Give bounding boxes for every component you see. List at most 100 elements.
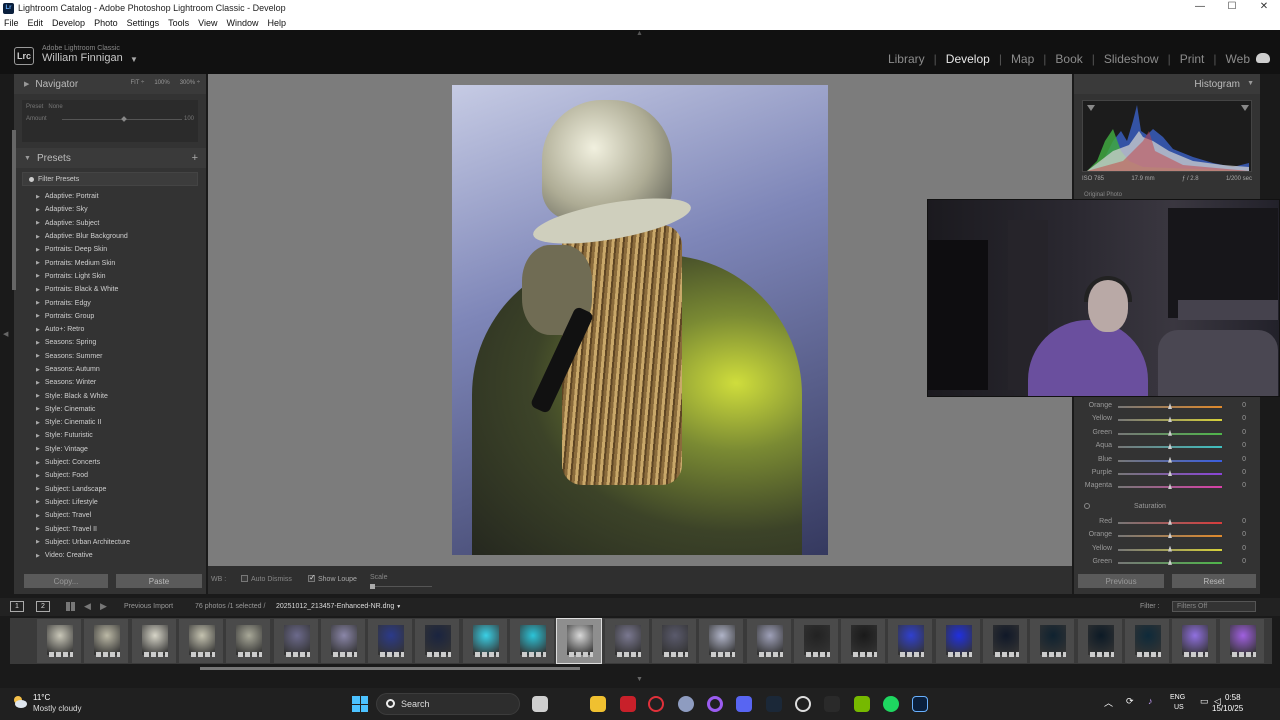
preset-group[interactable]: ▶ Style: Cinematic II	[36, 416, 206, 429]
filmstrip-thumbnail[interactable]	[650, 618, 697, 664]
app-g-icon[interactable]	[824, 696, 840, 712]
hsl-slider-value[interactable]: 0	[1242, 482, 1246, 489]
task-view-icon[interactable]	[532, 696, 548, 712]
filmstrip-thumbnail[interactable]	[83, 618, 130, 664]
add-preset-icon[interactable]: +	[192, 152, 198, 164]
secondary-display-button[interactable]: 2	[36, 601, 50, 612]
preset-group[interactable]: ▶ Portraits: Group	[36, 310, 206, 323]
targeted-adjustment-icon[interactable]	[1084, 502, 1090, 509]
filmstrip-source[interactable]: Previous Import	[124, 603, 173, 610]
filmstrip-thumbnail[interactable]	[36, 618, 82, 664]
preset-group[interactable]: ▶ Portraits: Edgy	[36, 296, 206, 309]
weather-cloud-icon[interactable]	[12, 694, 28, 710]
preset-group[interactable]: ▶ Seasons: Summer	[36, 350, 206, 363]
menu-photo[interactable]: Photo	[94, 18, 118, 28]
preset-group[interactable]: ▶ Style: Vintage	[36, 443, 206, 456]
histogram-header[interactable]: Histogram ▼	[1074, 74, 1260, 94]
previous-button[interactable]: Previous	[1078, 574, 1164, 588]
hsl-slider-value[interactable]: 0	[1242, 415, 1246, 422]
preset-group[interactable]: ▶ Portraits: Deep Skin	[36, 243, 206, 256]
filmstrip-thumbnail[interactable]	[414, 618, 461, 664]
filmstrip-thumbnail[interactable]	[603, 618, 650, 664]
network-icon[interactable]: ▭	[1200, 696, 1209, 707]
preset-group[interactable]: ▶ Style: Futuristic	[36, 429, 206, 442]
filmstrip-thumbnail[interactable]	[840, 618, 887, 664]
module-book[interactable]: Book	[1055, 52, 1082, 66]
opera-icon[interactable]	[648, 696, 664, 712]
filmstrip-thumbnail[interactable]	[461, 618, 508, 664]
left-panel-scrollbar[interactable]	[12, 130, 16, 290]
menu-edit[interactable]: Edit	[28, 18, 44, 28]
zoom-fit[interactable]: FIT ÷	[130, 80, 144, 86]
tray-sync-icon[interactable]: ⟳	[1126, 696, 1134, 707]
maximize-button[interactable]: ☐	[1216, 0, 1248, 16]
tray-chevron-icon[interactable]: ︿	[1104, 696, 1113, 709]
module-print[interactable]: Print	[1180, 52, 1205, 66]
file-explorer-icon[interactable]	[590, 696, 606, 712]
keyboard-language[interactable]: ENG	[1170, 694, 1185, 701]
filmstrip-thumbnail[interactable]	[792, 618, 839, 664]
hsl-slider-value[interactable]: 0	[1242, 531, 1246, 538]
steam-icon[interactable]	[766, 696, 782, 712]
tray-mic-icon[interactable]: ♪	[1148, 696, 1153, 706]
filmstrip-thumbnail[interactable]	[982, 618, 1028, 664]
taskbar-search[interactable]: Search	[376, 693, 520, 715]
menu-tools[interactable]: Tools	[168, 18, 189, 28]
app-ring-icon[interactable]	[707, 696, 723, 712]
hsl-slider-value[interactable]: 0	[1242, 429, 1246, 436]
preset-group[interactable]: ▶ Portraits: Black & White	[36, 283, 206, 296]
lightroom-taskbar-icon[interactable]	[912, 696, 928, 712]
paste-button[interactable]: Paste	[116, 574, 202, 588]
filmstrip-thumbnail[interactable]	[698, 618, 745, 664]
start-button[interactable]	[352, 696, 368, 712]
top-panel-toggle-icon[interactable]: ▲	[636, 30, 643, 37]
preset-group[interactable]: ▶ Adaptive: Blur Background	[36, 230, 206, 243]
module-web[interactable]: Web	[1226, 52, 1250, 66]
weather-temperature[interactable]: 11°C	[33, 693, 50, 702]
preset-group[interactable]: ▶ Portraits: Medium Skin	[36, 256, 206, 269]
filmstrip-thumbnail[interactable]	[225, 618, 272, 664]
app-shell-icon[interactable]	[678, 696, 694, 712]
hsl-slider-value[interactable]: 0	[1242, 469, 1246, 476]
preset-group[interactable]: ▶ Style: Black & White	[36, 389, 206, 402]
calendar-app-icon[interactable]	[620, 696, 636, 712]
preset-group[interactable]: ▶ Portraits: Light Skin	[36, 270, 206, 283]
filmstrip-thumbnail[interactable]	[130, 618, 177, 664]
scale-slider-knob[interactable]	[370, 584, 375, 589]
identity-menu-caret[interactable]: ▼	[130, 55, 138, 64]
preset-group[interactable]: ▶ Subject: Food	[36, 469, 206, 482]
minimize-button[interactable]: —	[1184, 0, 1216, 16]
filmstrip-thumbnail[interactable]	[1171, 618, 1218, 664]
cloud-sync-icon[interactable]	[1256, 53, 1270, 63]
filmstrip-thumbnail[interactable]	[1076, 618, 1123, 664]
chrome-icon[interactable]	[795, 696, 811, 712]
preset-group[interactable]: ▶ Adaptive: Subject	[36, 217, 206, 230]
filmstrip-thumbnail[interactable]	[887, 618, 934, 664]
left-panel-toggle-icon[interactable]: ◀	[3, 330, 8, 338]
preset-group[interactable]: ▶ Subject: Travel	[36, 509, 206, 522]
filmstrip-thumbnail[interactable]	[745, 618, 792, 664]
weather-description[interactable]: Mostly cloudy	[33, 704, 81, 713]
filter-presets-field[interactable]: Filter Presets	[22, 172, 198, 186]
hsl-slider-value[interactable]: 0	[1242, 545, 1246, 552]
preset-group[interactable]: ▶ Style: Cinematic	[36, 403, 206, 416]
bottom-panel-toggle-icon[interactable]: ▼	[636, 676, 643, 683]
preset-group[interactable]: ▶ Subject: Travel II	[36, 522, 206, 535]
nvidia-icon[interactable]	[854, 696, 870, 712]
forward-arrow-icon[interactable]: ▶	[100, 601, 107, 612]
preset-group[interactable]: ▶ Seasons: Autumn	[36, 363, 206, 376]
menu-view[interactable]: View	[198, 18, 217, 28]
zoom-100[interactable]: 100%	[154, 80, 169, 86]
module-develop[interactable]: Develop	[946, 52, 990, 66]
filmstrip-thumbnail[interactable]	[1123, 618, 1170, 664]
preset-group[interactable]: ▶ Auto+: Retro	[36, 323, 206, 336]
menu-help[interactable]: Help	[268, 18, 287, 28]
module-library[interactable]: Library	[888, 52, 925, 66]
navigator-header[interactable]: ▶ Navigator FIT ÷ 100% 300% ÷	[14, 74, 206, 94]
filmstrip-thumbnail[interactable]	[177, 618, 224, 664]
hsl-slider-value[interactable]: 0	[1242, 518, 1246, 525]
hsl-slider-value[interactable]: 0	[1242, 442, 1246, 449]
menu-window[interactable]: Window	[227, 18, 259, 28]
spotify-icon[interactable]	[883, 696, 899, 712]
menu-file[interactable]: File	[4, 18, 19, 28]
